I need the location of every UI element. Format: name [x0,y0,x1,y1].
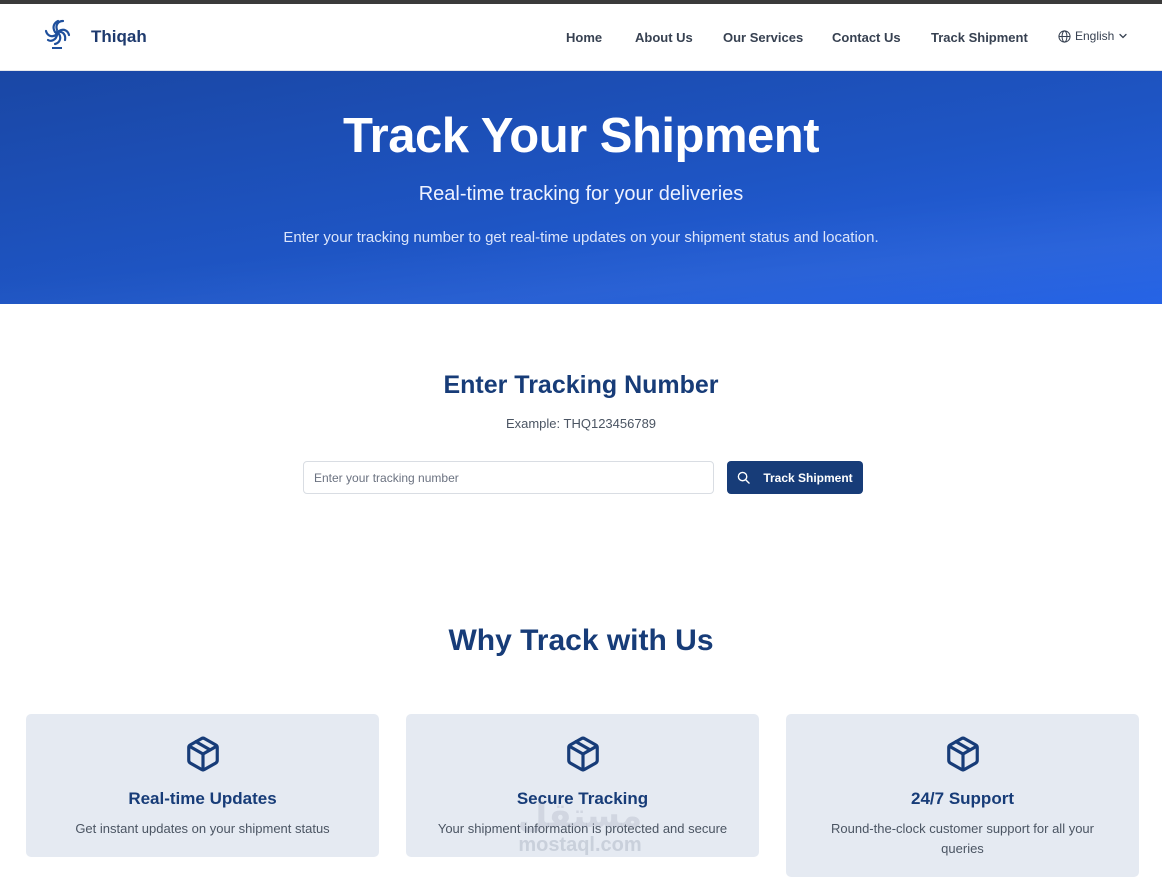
tracking-title: Enter Tracking Number [443,371,719,399]
globe-icon [1058,29,1071,43]
site-header: Thiqah Home About Us Our Services Contac… [0,4,1162,71]
why-title: Why Track with Us [448,624,714,657]
language-selector[interactable]: English [1058,29,1128,43]
hero-subtitle: Real-time tracking for your deliveries [418,183,744,205]
feature-card-realtime: Real-time Updates Get instant updates on… [26,714,379,857]
thiqah-logo[interactable] [40,16,74,52]
feature-card-support: 24/7 Support Round-the-clock customer su… [786,714,1139,877]
search-icon [738,471,751,484]
feature-card-description: Your shipment information is protected a… [437,821,728,836]
language-label: English [1075,29,1115,43]
feature-card-title: Secure Tracking [516,789,649,808]
track-shipment-button-label: Track Shipment [763,470,853,485]
nav-home[interactable]: Home [566,30,602,45]
feature-card-description: Get instant updates on your shipment sta… [75,821,330,836]
brand-name[interactable]: Thiqah [91,27,147,47]
nav-our-services[interactable]: Our Services [723,30,803,45]
hero-description: Enter your tracking number to get real-t… [283,229,879,246]
hero-title: Track Your Shipment [342,109,820,163]
feature-card-title: 24/7 Support [911,789,1014,808]
nav-about-us[interactable]: About Us [635,30,693,45]
tracking-example: Example: THQ123456789 [505,416,657,431]
hero-banner: Track Your Shipment Real-time tracking f… [0,71,1162,304]
hero-background-glow [0,191,1162,304]
package-icon [567,736,599,772]
tracking-number-input[interactable] [303,461,714,494]
chevron-down-icon [1119,33,1128,39]
package-icon [187,736,219,772]
nav-track-shipment[interactable]: Track Shipment [931,30,1028,45]
track-shipment-button[interactable]: Track Shipment [727,461,863,494]
nav-contact-us[interactable]: Contact Us [832,30,901,45]
package-icon [947,736,979,772]
feature-card-description: Round-the-clock customer support for all… [830,821,1094,856]
feature-card-title: Real-time Updates [128,789,277,808]
feature-card-secure: Secure Tracking Your shipment informatio… [406,714,759,857]
